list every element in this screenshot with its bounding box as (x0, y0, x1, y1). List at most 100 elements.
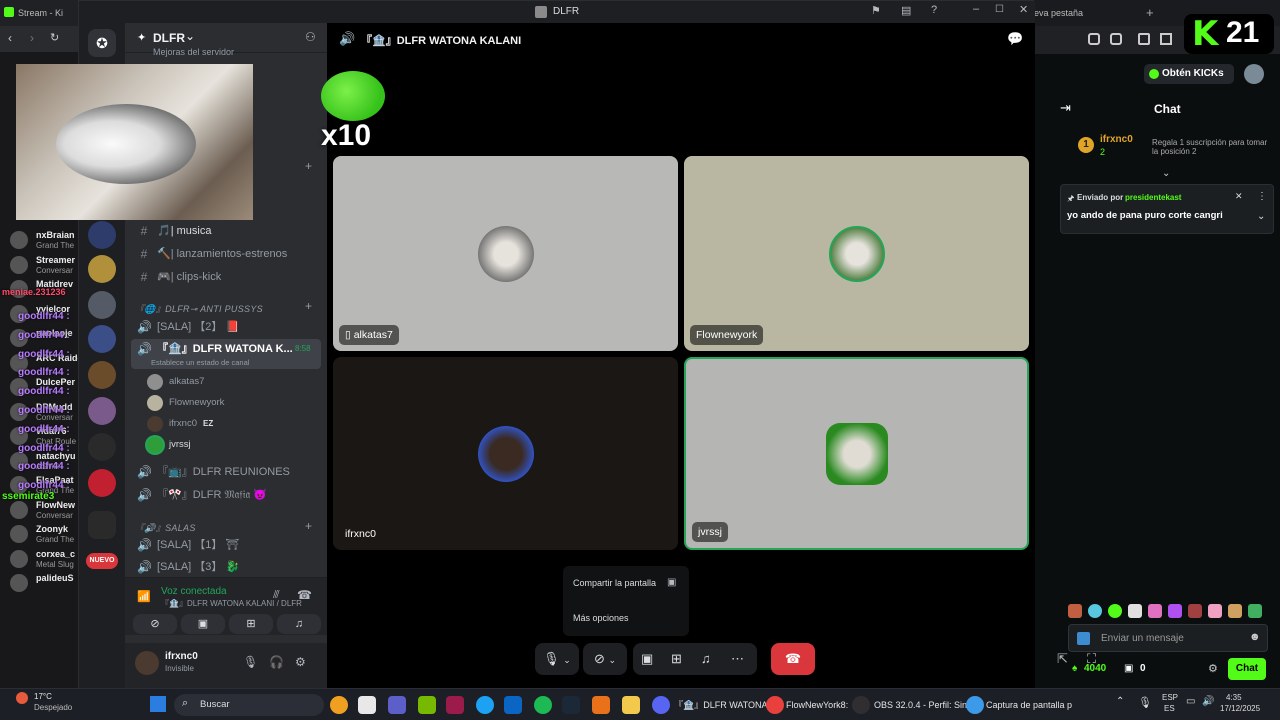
network-icon[interactable]: ▭ (1186, 696, 1195, 707)
app-icon[interactable] (504, 696, 522, 714)
flag-icon[interactable]: ⚑ (871, 4, 881, 17)
app-icon[interactable] (592, 696, 610, 714)
inbox-icon[interactable]: ▤ (901, 4, 911, 17)
app-icon[interactable] (446, 696, 464, 714)
back-icon[interactable]: ‹ (8, 31, 12, 45)
voice-channel-sala-2[interactable]: 🔊 [SALA] 【2】 📕 (131, 317, 321, 337)
add-channel-icon[interactable]: + (305, 299, 312, 313)
sidebar-toggle-icon[interactable] (1160, 33, 1172, 45)
collapse-chat-icon[interactable]: ⇥ (1060, 100, 1071, 116)
server-icon[interactable] (88, 511, 116, 539)
discord-home-icon[interactable]: ✪ (88, 29, 116, 57)
more-options-option[interactable]: Más opciones (573, 613, 629, 623)
voice-channel-sala-3[interactable]: 🔊 [SALA] 【3】 🐉 (131, 557, 321, 577)
channel-musica[interactable]: # 🎵| musica (131, 221, 321, 241)
copilot-icon[interactable] (330, 696, 348, 714)
followed-channel[interactable]: Zoonyk Grand The (0, 523, 78, 545)
voice-status[interactable]: Voz conectada (161, 586, 227, 597)
chrome-icon[interactable] (766, 696, 784, 714)
file-explorer-icon[interactable] (622, 696, 640, 714)
channel-status[interactable]: Establece un estado de canal (151, 353, 249, 369)
fullscreen-icon[interactable]: ⛶ (1087, 651, 1096, 667)
voice-channel-watona[interactable]: 🔊 『🏦』DLFR WATONA K... 8:58 Establece un … (131, 339, 321, 369)
forward-icon[interactable]: › (30, 31, 34, 45)
gift-count[interactable]: 0 (1140, 663, 1146, 674)
expand-leaderboard-icon[interactable]: ⌄ (1162, 168, 1170, 179)
close-icon[interactable]: ✕ (1019, 3, 1028, 16)
help-icon[interactable]: ? (931, 4, 937, 16)
taskbar-search[interactable]: ⌕ Buscar (174, 694, 324, 716)
clock-time[interactable]: 4:35 (1226, 693, 1242, 702)
voice-member-alkatas7[interactable]: alkatas7 (147, 372, 204, 392)
category-salas[interactable]: 『🔊』SALAS (135, 521, 196, 534)
server-icon[interactable] (88, 291, 116, 319)
kick-emote-picker-icon[interactable] (1077, 632, 1090, 645)
avatar[interactable] (135, 651, 159, 675)
server-icon[interactable] (88, 397, 116, 425)
followed-channel[interactable]: nxBraian Grand The (0, 229, 78, 251)
participant-tile-speaking[interactable]: jvrssj (684, 357, 1029, 550)
spotify-icon[interactable] (534, 696, 552, 714)
screenshot-icon[interactable] (966, 696, 984, 714)
emote-icon[interactable] (1128, 604, 1142, 618)
activities-icon[interactable]: ⊞ (671, 643, 682, 675)
settings-gear-icon[interactable]: ⚙ (295, 655, 306, 669)
steam-icon[interactable] (562, 696, 580, 714)
chat-input[interactable]: Enviar un mensaje ☻ (1068, 624, 1268, 652)
taskbar-app-obs[interactable]: OBS 32.0.4 - Perfil: Sin (874, 695, 967, 715)
camera-button[interactable]: ⊘ ⌄ (583, 643, 627, 675)
teams-icon[interactable] (388, 696, 406, 714)
channel-lanzamientos[interactable]: # 🔨| lanzamientos-estrenos (131, 244, 321, 264)
leaderboard-user[interactable]: ifrxnc0 (1100, 134, 1133, 145)
windows-start-icon[interactable] (150, 696, 166, 712)
volume-icon[interactable]: 🔊 (1202, 696, 1214, 707)
taskbar-app-snip[interactable]: Captura de pantalla p (986, 695, 1072, 715)
emote-icon[interactable] (1068, 604, 1082, 618)
participant-tile[interactable]: ifrxnc0 (333, 357, 678, 550)
server-icon[interactable] (88, 469, 116, 497)
extensions-puzzle-icon[interactable] (1138, 33, 1150, 45)
more-icon[interactable]: ⋯ (731, 643, 744, 675)
emoji-icon[interactable]: ☻ (1249, 631, 1261, 643)
followed-channel[interactable]: Streamer Conversar (0, 254, 78, 276)
server-icon[interactable] (88, 325, 116, 353)
discord-icon[interactable] (652, 696, 670, 714)
voice-member-ifrxnc0[interactable]: ifrxnc0 EZ (147, 414, 213, 434)
emote-icon[interactable] (1168, 604, 1182, 618)
emote-icon[interactable] (1088, 604, 1102, 618)
emote-icon[interactable] (1208, 604, 1222, 618)
server-icon[interactable] (88, 361, 116, 389)
add-channel-icon[interactable]: + (305, 519, 312, 533)
microphone-icon[interactable]: 🎙 (243, 655, 258, 669)
emote-icon[interactable] (1188, 604, 1202, 618)
followed-channel[interactable]: corxea_c Metal Slug (0, 548, 78, 570)
popout-icon[interactable]: ⇱ (1057, 651, 1068, 667)
screen-share-icon[interactable]: ▣ (641, 643, 653, 675)
obs-icon[interactable] (852, 696, 870, 714)
voice-member-jvrssj[interactable]: jvrssj (147, 435, 191, 455)
extension-icon[interactable] (1088, 33, 1100, 45)
maximize-icon[interactable]: ☐ (995, 4, 1004, 15)
chat-settings-icon[interactable]: ⚙ (1208, 662, 1218, 675)
reload-icon[interactable]: ↻ (50, 31, 59, 44)
store-icon[interactable] (358, 696, 376, 714)
voice-channel-path[interactable]: 『🏦』DLFR WATONA KALANI / DLFR (161, 598, 302, 609)
signal-icon[interactable]: 📶 (137, 590, 151, 603)
mute-button[interactable]: 🎙 ⌄ (535, 643, 579, 675)
microphone-icon[interactable]: 🎙 (1138, 696, 1152, 709)
tray-chevron-icon[interactable]: ⌃ (1116, 696, 1124, 707)
chat-bubble-icon[interactable]: 💬 (1007, 31, 1023, 47)
participant-tile[interactable]: ▯ alkatas7 (333, 156, 678, 351)
server-icon[interactable] (88, 221, 116, 249)
new-tab-label[interactable]: eva pestaña (1034, 8, 1083, 18)
pinned-author[interactable]: presidentekast (1125, 193, 1181, 202)
cat-video-preview[interactable] (16, 64, 253, 220)
camera-off-button[interactable]: ⊘ (133, 614, 177, 634)
share-screen-option[interactable]: Compartir la pantalla (573, 578, 656, 588)
minimize-icon[interactable]: – (973, 3, 979, 15)
soundboard-icon[interactable]: ♫ (701, 643, 711, 675)
activities-button[interactable]: ⊞ (229, 614, 273, 634)
server-icon[interactable] (88, 255, 116, 283)
edge-icon[interactable] (476, 696, 494, 714)
headphones-icon[interactable]: 🎧 (269, 655, 284, 669)
